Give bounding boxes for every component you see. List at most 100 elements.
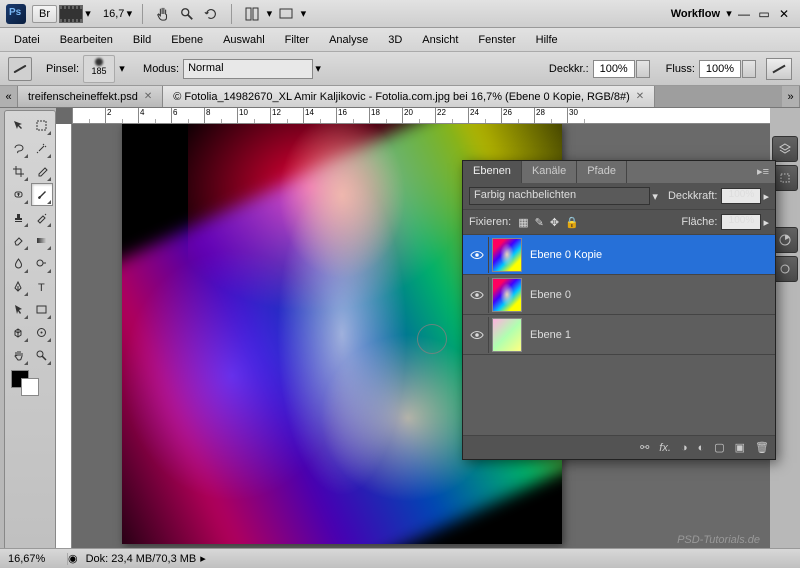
layer-thumbnail[interactable] bbox=[492, 318, 522, 352]
pen-tool[interactable] bbox=[8, 275, 30, 298]
stamp-tool[interactable] bbox=[8, 206, 30, 229]
hand-tool[interactable] bbox=[8, 344, 30, 367]
bridge-button[interactable]: Br bbox=[32, 5, 57, 23]
document-tab-2[interactable]: © Fotolia_14982670_XL Amir Kaljikovic - … bbox=[163, 86, 655, 107]
flow-flyout[interactable] bbox=[742, 60, 756, 78]
menu-analyse[interactable]: Analyse bbox=[329, 34, 368, 46]
close-icon[interactable]: ✕ bbox=[776, 7, 792, 21]
layers-panel[interactable]: Ebenen Kanäle Pfade ▸≡ Farbig nachbelich… bbox=[462, 160, 776, 460]
tool-preset-picker[interactable] bbox=[8, 57, 32, 81]
minimize-icon[interactable]: — bbox=[736, 7, 752, 21]
menu-fenster[interactable]: Fenster bbox=[478, 34, 515, 46]
filmstrip-icon[interactable] bbox=[59, 5, 83, 23]
tab-scroll-right[interactable]: » bbox=[782, 86, 800, 107]
zoom-dropdown[interactable]: ▾ bbox=[124, 7, 134, 20]
layer-thumbnail[interactable] bbox=[492, 238, 522, 272]
layer-group-icon[interactable]: ▢ bbox=[714, 441, 724, 454]
opacity-flyout[interactable] bbox=[636, 60, 650, 78]
filmstrip-dropdown[interactable]: ▾ bbox=[83, 7, 93, 20]
menu-filter[interactable]: Filter bbox=[285, 34, 309, 46]
link-layers-icon[interactable]: ⚯ bbox=[640, 441, 649, 454]
gradient-tool[interactable] bbox=[31, 229, 53, 252]
document-tab-1[interactable]: treifenscheineffekt.psd ✕ bbox=[18, 86, 163, 107]
visibility-toggle[interactable] bbox=[465, 317, 489, 353]
flow-input[interactable]: 100% bbox=[699, 60, 741, 78]
lasso-tool[interactable] bbox=[8, 137, 30, 160]
status-zoom[interactable]: 16,67% bbox=[8, 553, 68, 565]
menu-bild[interactable]: Bild bbox=[133, 34, 151, 46]
3d-camera-tool[interactable] bbox=[31, 321, 53, 344]
blend-dropdown[interactable]: ▾ bbox=[652, 190, 658, 203]
history-brush-tool[interactable] bbox=[31, 206, 53, 229]
blur-tool[interactable] bbox=[8, 252, 30, 275]
hand-tool-icon[interactable] bbox=[152, 3, 174, 25]
layer-fx-icon[interactable]: fx. bbox=[659, 442, 671, 454]
adjustment-layer-icon[interactable]: ◐ bbox=[698, 442, 705, 454]
tab-kanale[interactable]: Kanäle bbox=[522, 161, 577, 183]
tab-scroll-left[interactable]: « bbox=[0, 86, 18, 107]
visibility-toggle[interactable] bbox=[465, 237, 489, 273]
tab-close-icon[interactable]: ✕ bbox=[636, 91, 644, 102]
dodge-tool[interactable] bbox=[31, 252, 53, 275]
layer-blend-mode[interactable]: Farbig nachbelichten bbox=[469, 187, 650, 205]
vertical-ruler[interactable] bbox=[56, 124, 72, 548]
menu-bearbeiten[interactable]: Bearbeiten bbox=[60, 34, 113, 46]
status-doc-info[interactable]: Dok: 23,4 MB/70,3 MB bbox=[86, 553, 197, 565]
restore-icon[interactable]: ▭ bbox=[756, 7, 772, 21]
menu-datei[interactable]: Datei bbox=[14, 34, 40, 46]
menu-ansicht[interactable]: Ansicht bbox=[422, 34, 458, 46]
layer-name[interactable]: Ebene 1 bbox=[530, 329, 773, 341]
fill-flyout[interactable]: ▸ bbox=[763, 216, 769, 229]
workspace-dropdown[interactable]: ▾ bbox=[724, 7, 734, 20]
layer-opacity-input[interactable]: 100% bbox=[721, 188, 761, 204]
marquee-tool[interactable] bbox=[31, 114, 53, 137]
visibility-toggle[interactable] bbox=[465, 277, 489, 313]
screen-mode-icon[interactable] bbox=[275, 3, 297, 25]
menu-ebene[interactable]: Ebene bbox=[171, 34, 203, 46]
path-select-tool[interactable] bbox=[8, 298, 30, 321]
zoom-value[interactable]: 16,7 bbox=[103, 8, 124, 20]
layer-fill-input[interactable]: 100% bbox=[721, 214, 761, 230]
new-layer-icon[interactable]: ▣ bbox=[735, 441, 745, 454]
airbrush-toggle[interactable] bbox=[766, 58, 792, 80]
zoom-tool[interactable] bbox=[31, 344, 53, 367]
eraser-tool[interactable] bbox=[8, 229, 30, 252]
opacity-flyout[interactable]: ▸ bbox=[763, 190, 769, 203]
rotate-view-icon[interactable] bbox=[200, 3, 222, 25]
background-color[interactable] bbox=[21, 378, 39, 396]
arrange-docs-icon[interactable] bbox=[241, 3, 263, 25]
delete-layer-icon[interactable]: 🗑 bbox=[755, 441, 769, 454]
brush-preview[interactable]: 185 bbox=[83, 55, 115, 83]
status-flyout[interactable]: ▸ bbox=[200, 552, 206, 565]
3d-tool[interactable] bbox=[8, 321, 30, 344]
brush-tool[interactable] bbox=[31, 183, 53, 206]
mode-dropdown[interactable]: ▾ bbox=[313, 62, 323, 75]
eyedropper-tool[interactable] bbox=[31, 160, 53, 183]
opacity-input[interactable]: 100% bbox=[593, 60, 635, 78]
layer-name[interactable]: Ebene 0 Kopie bbox=[530, 249, 773, 261]
shape-tool[interactable] bbox=[31, 298, 53, 321]
move-tool[interactable] bbox=[8, 114, 30, 137]
type-tool[interactable]: T bbox=[31, 275, 53, 298]
brush-dropdown[interactable]: ▾ bbox=[117, 62, 127, 75]
screen-mode-dropdown[interactable]: ▾ bbox=[298, 7, 308, 20]
panel-menu-icon[interactable]: ▸≡ bbox=[751, 161, 775, 183]
layer-row[interactable]: Ebene 1 bbox=[463, 315, 775, 355]
layer-name[interactable]: Ebene 0 bbox=[530, 289, 773, 301]
horizontal-ruler[interactable]: 24681012141618202224262830 bbox=[72, 108, 770, 124]
crop-tool[interactable] bbox=[8, 160, 30, 183]
heal-tool[interactable] bbox=[8, 183, 30, 206]
lock-all-icon[interactable]: 🔒 bbox=[565, 216, 579, 229]
menu-3d[interactable]: 3D bbox=[388, 34, 402, 46]
lock-position-icon[interactable]: ✥ bbox=[550, 216, 559, 229]
lock-brush-icon[interactable]: ✎ bbox=[535, 216, 544, 229]
tab-ebenen[interactable]: Ebenen bbox=[463, 161, 522, 183]
layer-mask-icon[interactable]: ◑ bbox=[681, 442, 688, 454]
menu-auswahl[interactable]: Auswahl bbox=[223, 34, 265, 46]
workspace-switcher[interactable]: Workflow bbox=[671, 8, 720, 20]
blend-mode-select[interactable]: Normal bbox=[183, 59, 313, 79]
layer-row[interactable]: Ebene 0 Kopie bbox=[463, 235, 775, 275]
menu-hilfe[interactable]: Hilfe bbox=[536, 34, 558, 46]
wand-tool[interactable] bbox=[31, 137, 53, 160]
layer-row[interactable]: Ebene 0 bbox=[463, 275, 775, 315]
